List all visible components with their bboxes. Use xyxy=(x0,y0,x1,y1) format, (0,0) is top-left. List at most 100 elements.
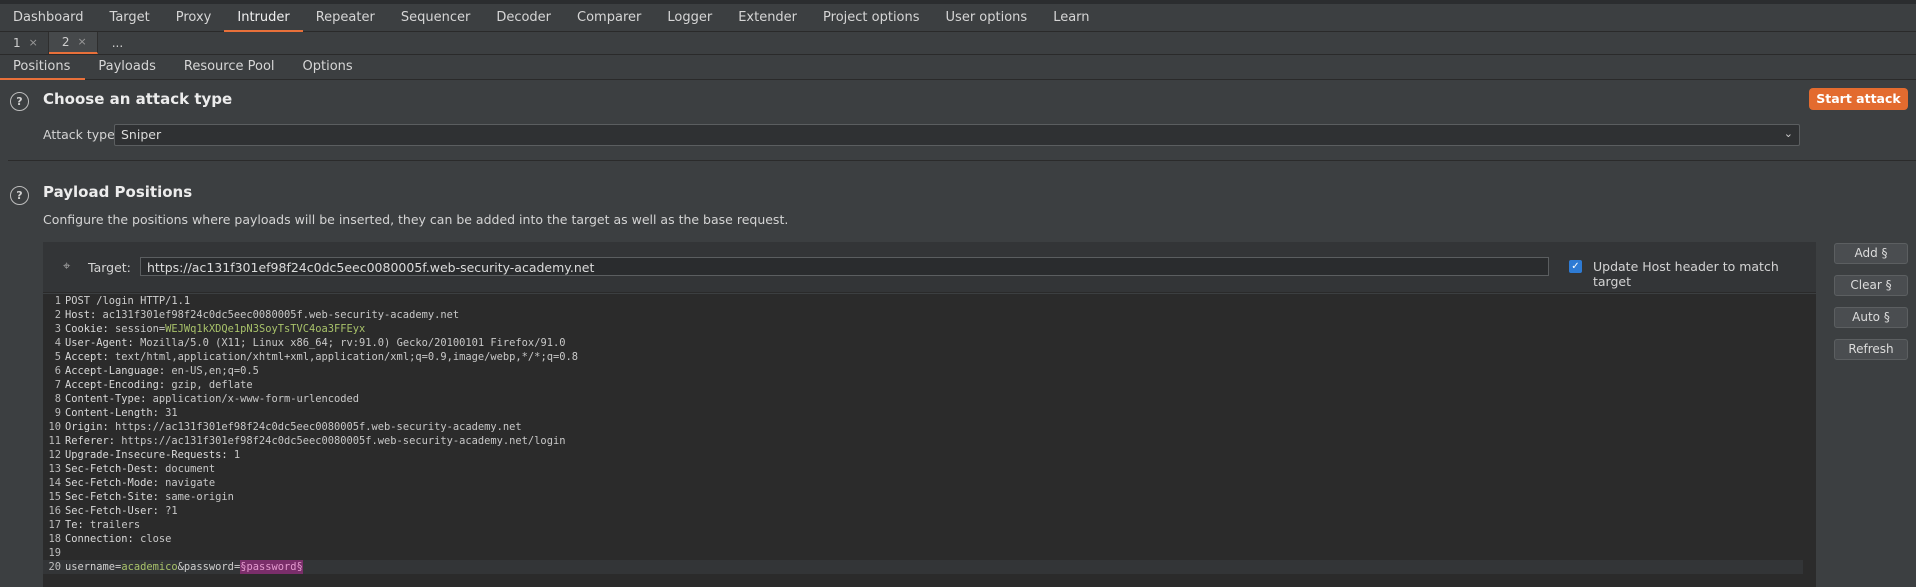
request-headers: 2 Host: ac131f301ef98f24c0dc5eec0080005f.… xyxy=(43,308,1816,546)
line-number: 8 xyxy=(54,393,61,405)
header-value: gzip, deflate xyxy=(165,379,253,391)
line-number: 16 xyxy=(48,505,61,517)
header-name: Upgrade-Insecure-Requests: xyxy=(65,449,228,461)
header-name: User-Agent: xyxy=(65,337,134,349)
tab-comparer[interactable]: Comparer xyxy=(564,4,654,31)
header-value: close xyxy=(133,533,172,545)
line-number: 12 xyxy=(48,449,61,461)
line-number: 3 xyxy=(54,323,61,335)
attack-type-select[interactable]: Sniper ⌄ xyxy=(114,124,1800,146)
target-label: Target: xyxy=(88,260,131,275)
header-name: Origin: xyxy=(65,421,109,433)
param-name: password xyxy=(183,561,234,573)
request-header-line: 15 Sec-Fetch-Site: same-origin xyxy=(43,490,1816,504)
update-host-label: Update Host header to match target xyxy=(1593,259,1779,289)
instance-tab-label: 1 xyxy=(13,36,21,50)
request-header-line: 7 Accept-Encoding: gzip, deflate xyxy=(43,378,1816,392)
line-number: 20 xyxy=(48,561,61,573)
header-value: navigate xyxy=(158,477,216,489)
close-icon[interactable]: × xyxy=(29,32,38,54)
tab-user-options[interactable]: User options xyxy=(933,4,1041,31)
header-value: en-US,en;q=0.5 xyxy=(165,365,259,377)
tab-project-options[interactable]: Project options xyxy=(810,4,933,31)
tab-positions[interactable]: Positions xyxy=(0,55,86,80)
header-value: 1 xyxy=(227,449,241,461)
request-header-line: 13 Sec-Fetch-Dest: document xyxy=(43,462,1816,476)
auto-markers-button[interactable]: Auto § xyxy=(1834,307,1908,328)
header-name: Sec-Fetch-Dest: xyxy=(65,463,159,475)
line-number: 1 xyxy=(54,295,61,307)
help-icon[interactable]: ? xyxy=(10,92,29,111)
request-header-line: 5 Accept: text/html,application/xhtml+xml… xyxy=(43,350,1816,364)
request-header-line: 11 Referer: https://ac131f301ef98f24c0dc5… xyxy=(43,434,1816,448)
update-host-checkbox[interactable]: ✓ xyxy=(1569,260,1582,273)
help-icon[interactable]: ? xyxy=(10,186,29,205)
tab-intruder[interactable]: Intruder xyxy=(224,4,304,32)
request-header-line: 8 Content-Type: application/x-www-form-ur… xyxy=(43,392,1816,406)
new-instance-tab[interactable]: ... xyxy=(98,32,137,54)
header-name: Referer: xyxy=(65,435,116,447)
header-value: same-origin xyxy=(158,491,234,503)
header-name: Cookie: xyxy=(65,323,109,335)
header-name: Content-Type: xyxy=(65,393,147,405)
target-input[interactable]: https://ac131f301ef98f24c0dc5eec0080005f… xyxy=(140,257,1549,276)
start-attack-button[interactable]: Start attack xyxy=(1809,88,1908,110)
chevron-down-icon: ⌄ xyxy=(1783,127,1793,140)
tab-payloads[interactable]: Payloads xyxy=(85,55,170,79)
clear-markers-button[interactable]: Clear § xyxy=(1834,275,1908,296)
request-header-line: 3 Cookie: session= WEJWq1kXDQe1pN3SoyTsTVC… xyxy=(43,322,1816,336)
request-header-line: 17 Te: trailers xyxy=(43,518,1816,532)
main-tab-bar: Dashboard Target Proxy Intruder Repeater… xyxy=(0,4,1916,32)
tab-learn[interactable]: Learn xyxy=(1040,4,1102,31)
tab-dashboard[interactable]: Dashboard xyxy=(0,4,97,31)
add-marker-button[interactable]: Add § xyxy=(1834,243,1908,264)
request-line: 19 xyxy=(43,546,1816,560)
cookie-value: WEJWq1kXDQe1pN3SoyTsTVC4oa3FFEyx xyxy=(165,323,366,335)
target-bar: ⌖ Target: https://ac131f301ef98f24c0dc5e… xyxy=(43,242,1816,293)
tab-decoder[interactable]: Decoder xyxy=(483,4,564,31)
header-name: Sec-Fetch-User: xyxy=(65,505,159,517)
tab-logger[interactable]: Logger xyxy=(654,4,725,31)
request-header-line: 6 Accept-Language: en-US,en;q=0.5 xyxy=(43,364,1816,378)
request-line: 1 POST /login HTTP/1.1 xyxy=(43,294,1816,308)
tab-target[interactable]: Target xyxy=(97,4,163,31)
header-value: session= xyxy=(108,323,166,335)
request-header-line: 18 Connection: close xyxy=(43,532,1816,546)
header-name: Sec-Fetch-Mode: xyxy=(65,477,159,489)
request-body-line: 20 username = academico & password = §password§ xyxy=(43,560,1803,574)
tab-extender[interactable]: Extender xyxy=(725,4,810,31)
header-value: https://ac131f301ef98f24c0dc5eec0080005f… xyxy=(108,421,522,433)
request-header-line: 2 Host: ac131f301ef98f24c0dc5eec0080005f.… xyxy=(43,308,1816,322)
payload-position-marker[interactable]: §password§ xyxy=(240,560,303,574)
header-name: Connection: xyxy=(65,533,134,545)
line-number: 7 xyxy=(54,379,61,391)
attack-type-value: Sniper xyxy=(121,127,162,142)
tab-options[interactable]: Options xyxy=(290,55,368,79)
instance-tab-1[interactable]: 1 × xyxy=(0,32,49,54)
line-number: 6 xyxy=(54,365,61,377)
request-header-line: 16 Sec-Fetch-User: ?1 xyxy=(43,504,1816,518)
instance-tab-2[interactable]: 2 × xyxy=(48,31,98,54)
header-value: trailers xyxy=(83,519,141,531)
close-icon[interactable]: × xyxy=(78,31,87,53)
header-value: 31 xyxy=(158,407,178,419)
param-value: academico xyxy=(121,561,178,573)
attack-type-title: Choose an attack type xyxy=(43,90,233,108)
tab-repeater[interactable]: Repeater xyxy=(303,4,388,31)
tab-proxy[interactable]: Proxy xyxy=(163,4,225,31)
request-header-line: 12 Upgrade-Insecure-Requests: 1 xyxy=(43,448,1816,462)
line-number: 5 xyxy=(54,351,61,363)
request-header-line: 9 Content-Length: 31 xyxy=(43,406,1816,420)
payload-positions-title: Payload Positions xyxy=(43,183,193,201)
header-value: text/html,application/xhtml+xml,applicat… xyxy=(108,351,578,363)
header-value: ac131f301ef98f24c0dc5eec0080005f.web-sec… xyxy=(96,309,460,321)
request-editor[interactable]: 1 POST /login HTTP/1.1 2 Host: ac131f301ef… xyxy=(43,294,1816,587)
tab-resource-pool[interactable]: Resource Pool xyxy=(171,55,290,79)
line-number: 9 xyxy=(54,407,61,419)
header-value: https://ac131f301ef98f24c0dc5eec0080005f… xyxy=(115,435,566,447)
line-number: 14 xyxy=(48,477,61,489)
tab-sequencer[interactable]: Sequencer xyxy=(388,4,483,31)
header-name: Host: xyxy=(65,309,97,321)
refresh-button[interactable]: Refresh xyxy=(1834,339,1908,360)
header-name: Te: xyxy=(65,519,84,531)
